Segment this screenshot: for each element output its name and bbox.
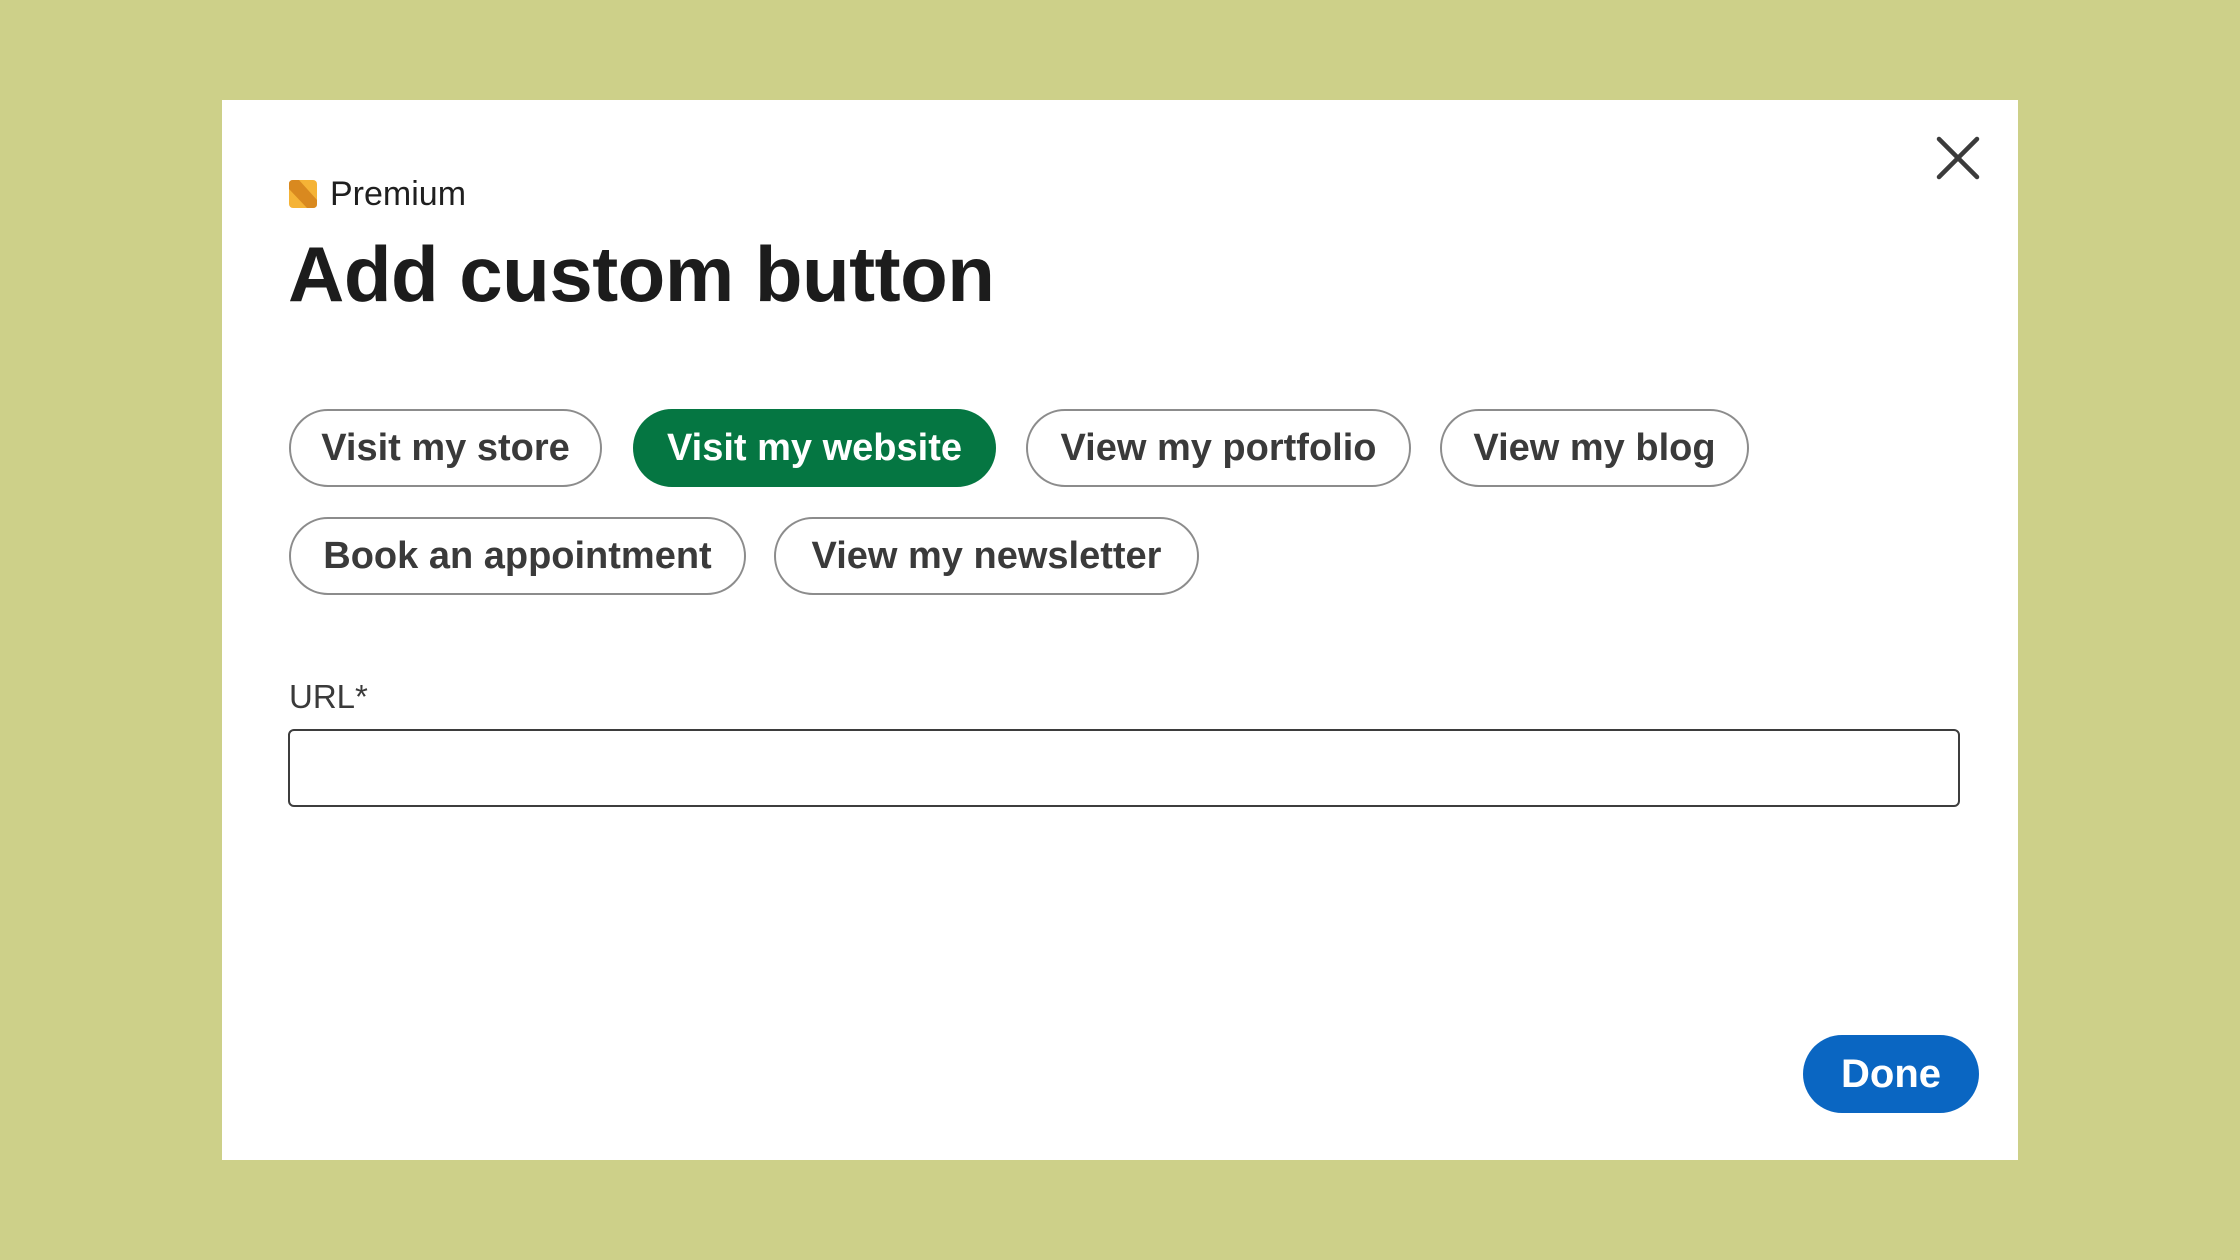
done-button[interactable]: Done [1803,1035,1979,1113]
option-visit-my-website[interactable]: Visit my website [633,409,996,487]
option-book-an-appointment[interactable]: Book an appointment [289,517,746,595]
close-button[interactable] [1926,126,1990,190]
close-icon [1936,136,1980,180]
option-visit-my-store[interactable]: Visit my store [289,409,602,487]
url-input[interactable] [288,729,1960,807]
dialog-title: Add custom button [288,230,995,318]
option-view-my-blog[interactable]: View my blog [1440,409,1749,487]
premium-badge: Premium [289,176,466,212]
option-view-my-newsletter[interactable]: View my newsletter [774,517,1199,595]
premium-badge-icon [289,180,317,208]
url-field-label: URL* [289,678,368,715]
option-view-my-portfolio[interactable]: View my portfolio [1026,409,1411,487]
premium-label: Premium [330,175,467,213]
add-custom-button-dialog: Premium Add custom button Visit my store… [222,100,2018,1160]
